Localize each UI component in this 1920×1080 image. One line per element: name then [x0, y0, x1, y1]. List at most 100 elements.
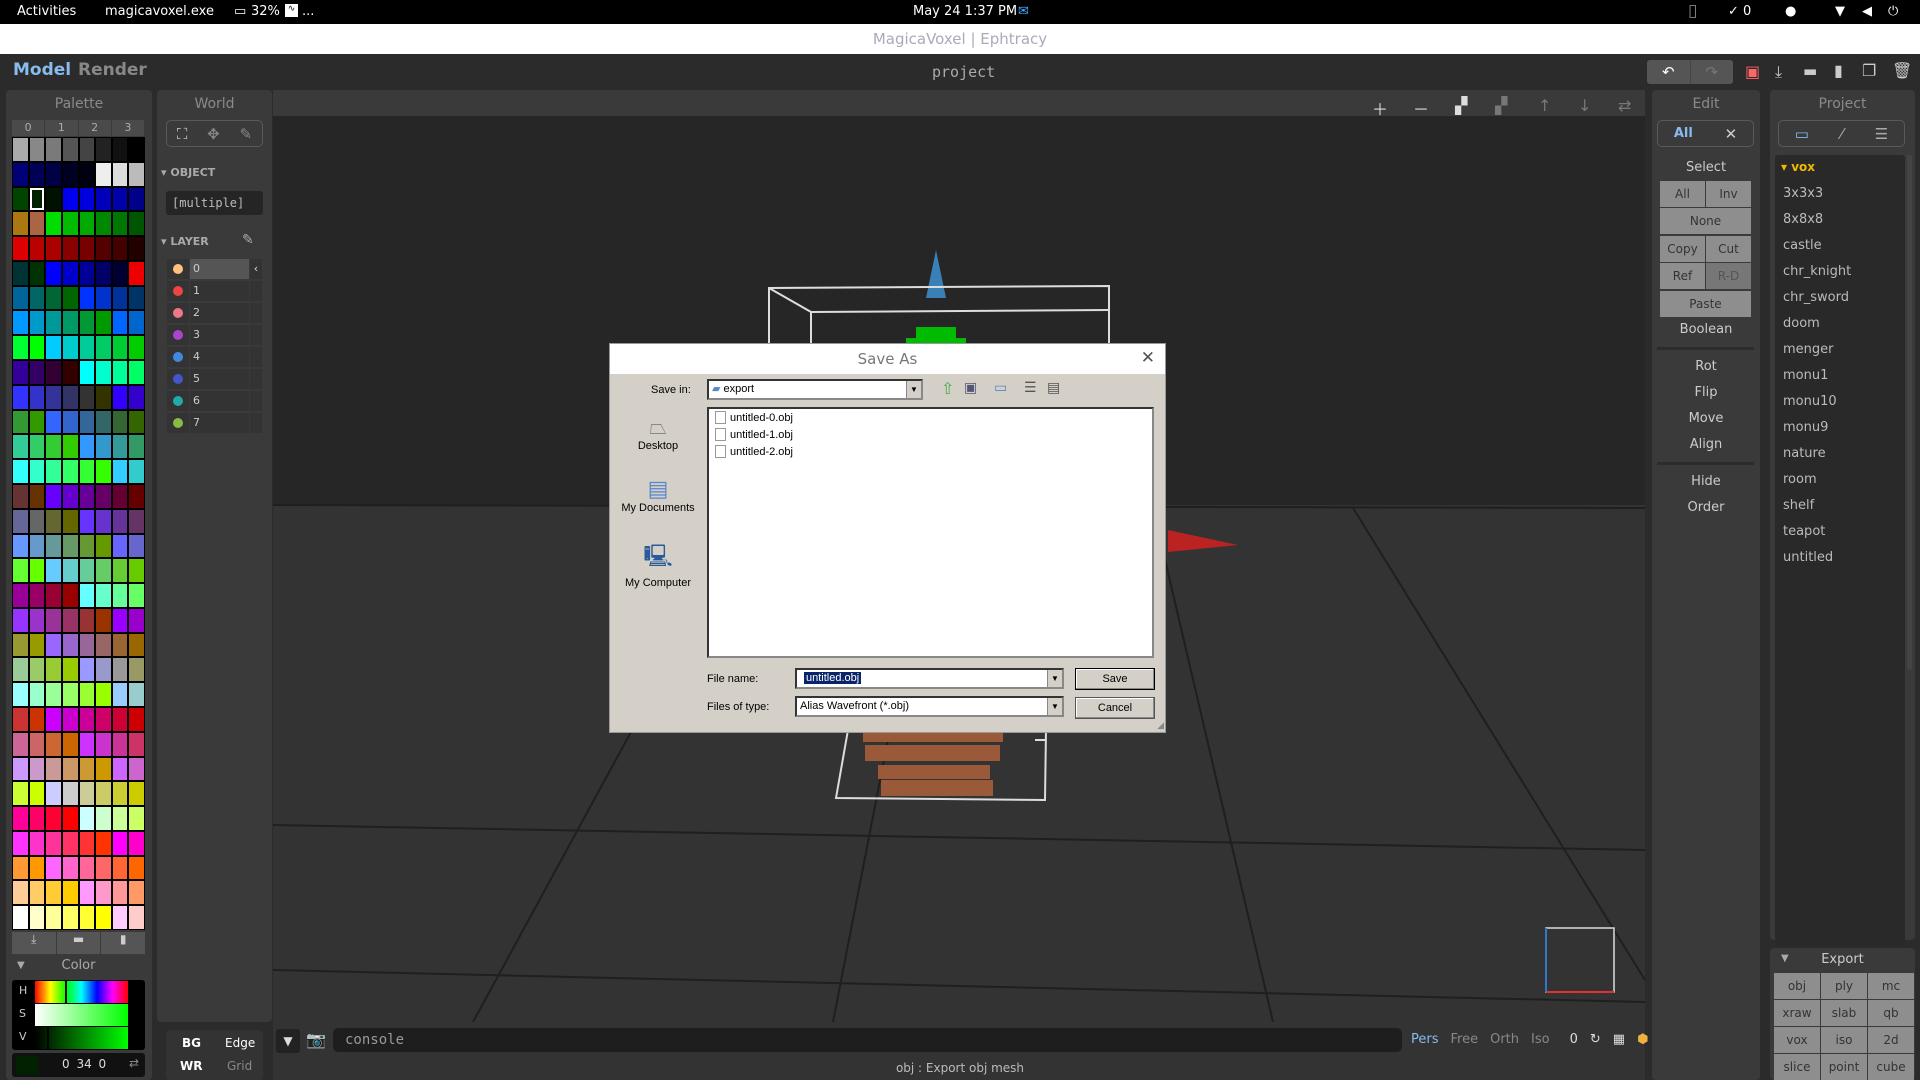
align-button[interactable]: Align	[1652, 437, 1760, 452]
palette-swatch[interactable]	[46, 311, 61, 335]
fit-view-icon[interactable]: ▞	[1455, 96, 1467, 115]
palette-swatch[interactable]	[46, 435, 61, 459]
paste-button[interactable]: Paste	[1660, 291, 1751, 317]
details-view-icon[interactable]: ▤	[1047, 379, 1060, 396]
palette-swatch[interactable]	[13, 782, 28, 806]
palette-swatch[interactable]	[13, 435, 28, 459]
layer-name[interactable]: 2	[190, 303, 249, 323]
palette-swatch[interactable]	[79, 435, 95, 459]
value-slider[interactable]	[35, 1027, 128, 1049]
palette-swatch[interactable]	[96, 237, 111, 260]
palette-swatch[interactable]	[79, 732, 95, 756]
layer-name[interactable]: 4	[190, 347, 249, 367]
palette-swatch[interactable]	[62, 584, 78, 607]
palette-swatch[interactable]	[62, 658, 78, 682]
palette-swatch[interactable]	[96, 286, 111, 310]
palette-swatch[interactable]	[129, 261, 144, 285]
palette-swatch[interactable]	[112, 906, 128, 929]
palette-swatch[interactable]	[96, 385, 111, 409]
palette-swatch[interactable]	[96, 732, 111, 756]
layer-name[interactable]: 3	[190, 325, 249, 345]
export-point-button[interactable]: point	[1821, 1054, 1867, 1080]
palette-swatch[interactable]	[29, 782, 45, 806]
palette-swatch[interactable]	[46, 361, 61, 384]
palette-swatch[interactable]	[112, 807, 128, 830]
layer-color[interactable]	[167, 391, 189, 411]
rotate-view-icon[interactable]: ↻	[1590, 1032, 1601, 1047]
save-icon[interactable]: ▣	[1745, 62, 1760, 81]
palette-swatch[interactable]	[129, 906, 144, 929]
palette-swatch[interactable]	[29, 906, 45, 929]
layer-edit-pencil-icon[interactable]: ✎	[242, 232, 254, 248]
palette-swatch[interactable]	[112, 336, 128, 360]
save-in-dropdown[interactable]: ▰ export ▼	[707, 379, 923, 400]
palette-swatch[interactable]	[96, 162, 111, 186]
palette-swatch[interactable]	[46, 212, 61, 236]
palette-swatch[interactable]	[29, 385, 45, 409]
palette-swatch[interactable]	[13, 906, 28, 929]
palette-swatch[interactable]	[96, 782, 111, 806]
palette-swatch[interactable]	[112, 509, 128, 533]
palette-swatch[interactable]	[112, 187, 128, 211]
palette-swatch[interactable]	[96, 410, 111, 434]
palette-swatch[interactable]	[13, 187, 28, 211]
palette-swatch[interactable]	[79, 534, 95, 558]
palette-swatch[interactable]	[13, 138, 28, 161]
palette-swatch[interactable]	[79, 484, 95, 508]
palette-swatch[interactable]	[46, 782, 61, 806]
palette-tab[interactable]: 1	[45, 120, 78, 136]
palette-swatch[interactable]	[96, 757, 111, 781]
palette-swatch[interactable]	[13, 484, 28, 508]
palette-swatch[interactable]	[13, 410, 28, 434]
select-frame-icon[interactable]: ⛶	[177, 125, 188, 143]
palette-swatch[interactable]	[129, 732, 144, 756]
export-slab-button[interactable]: slab	[1821, 1000, 1867, 1026]
bg-toggle[interactable]: BG	[182, 1036, 201, 1050]
palette-swatch[interactable]	[13, 460, 28, 483]
chevron-down-icon[interactable]: ▼	[906, 381, 921, 398]
open-folder-icon[interactable]: ▬	[1803, 62, 1817, 80]
palette-swatch[interactable]	[13, 162, 28, 186]
palette-swatch[interactable]	[62, 311, 78, 335]
palette-swatch[interactable]	[112, 534, 128, 558]
palette-swatch[interactable]	[79, 633, 95, 657]
palette-swatch[interactable]	[62, 856, 78, 880]
fit-all-icon[interactable]: ▞	[1495, 96, 1507, 115]
palette-swatch[interactable]	[13, 584, 28, 607]
layer-name[interactable]: 6	[190, 391, 249, 411]
export-qb-button[interactable]: qb	[1868, 1000, 1914, 1026]
palette-swatch[interactable]	[112, 460, 128, 483]
palette-swatch[interactable]	[62, 410, 78, 434]
palette-swatch[interactable]	[62, 286, 78, 310]
view-iso[interactable]: Iso	[1531, 1032, 1550, 1047]
palette-swatch[interactable]	[13, 559, 28, 583]
palette-swatch[interactable]	[129, 385, 144, 409]
palette-swatch[interactable]	[112, 584, 128, 607]
palette-swatch[interactable]	[13, 311, 28, 335]
palette-swatch[interactable]	[29, 460, 45, 483]
layer-row[interactable]: 0 ‹	[167, 259, 262, 279]
palette-swatch[interactable]	[129, 509, 144, 533]
export-slice-button[interactable]: slice	[1774, 1054, 1820, 1080]
export-iso-button[interactable]: iso	[1821, 1027, 1867, 1053]
camera-snapshot-icon[interactable]: 📷	[306, 1030, 326, 1049]
palette-swatch[interactable]	[29, 410, 45, 434]
palette-swatch[interactable]	[79, 757, 95, 781]
palette-swatch[interactable]	[13, 534, 28, 558]
palette-swatch[interactable]	[13, 361, 28, 384]
palette-swatch[interactable]	[13, 831, 28, 855]
palette-swatch[interactable]	[62, 138, 78, 161]
layer-collapse-icon[interactable]: ‹	[250, 259, 262, 279]
place-my-documents[interactable]: ▤ My Documents	[610, 476, 706, 514]
palette-swatch[interactable]	[29, 509, 45, 533]
palette-swatch[interactable]	[62, 212, 78, 236]
cancel-button[interactable]: Cancel	[1075, 697, 1155, 719]
project-item[interactable]: shelf	[1783, 498, 1814, 513]
palette-swatch[interactable]	[46, 584, 61, 607]
palette-swatch[interactable]	[79, 856, 95, 880]
layer-visibility[interactable]	[250, 369, 262, 389]
power-icon[interactable]: ⏻	[1888, 4, 1898, 19]
palette-swatch[interactable]	[79, 311, 95, 335]
palette-swatch[interactable]	[129, 608, 144, 632]
palette-swatch[interactable]	[62, 559, 78, 583]
